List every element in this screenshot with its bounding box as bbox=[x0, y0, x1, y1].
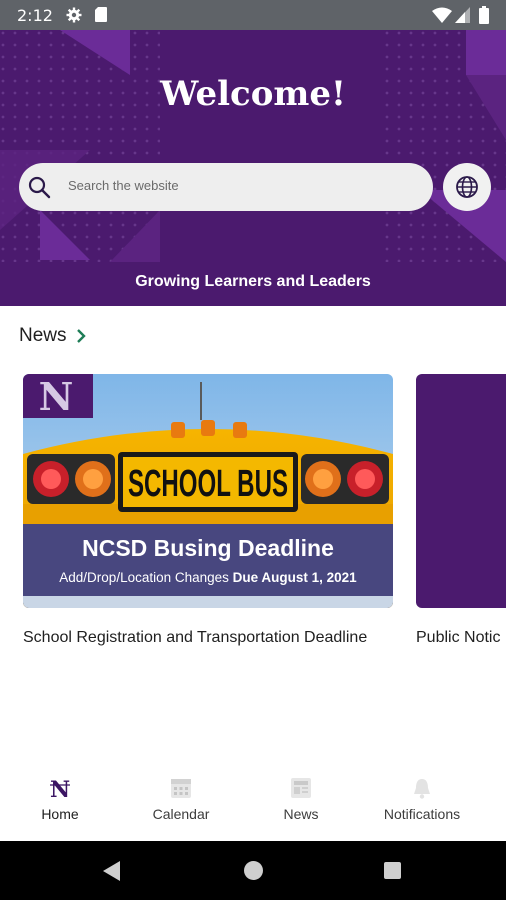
nav-home[interactable]: N Home bbox=[0, 770, 120, 830]
nav-notifications-label: Notifications bbox=[383, 806, 461, 822]
bell-icon bbox=[414, 779, 430, 799]
search-input[interactable]: Search the website bbox=[19, 163, 433, 211]
banner-due: Due August 1, 2021 bbox=[233, 570, 358, 585]
recents-button[interactable] bbox=[384, 862, 401, 879]
bottom-nav: N Home Calendar News Notifications bbox=[0, 764, 506, 841]
wifi-icon bbox=[432, 7, 452, 23]
hero-banner: Welcome! Search the website Growing Lear… bbox=[0, 30, 506, 306]
tagline: Growing Learners and Leaders bbox=[135, 273, 371, 290]
nav-calendar[interactable]: Calendar bbox=[121, 770, 241, 830]
sd-card-icon bbox=[95, 7, 107, 22]
language-button[interactable] bbox=[443, 163, 491, 211]
news-card[interactable]: SCHOOL BUS NCSD Busing Deadline Add/Drop… bbox=[23, 374, 393, 608]
nav-home-label: Home bbox=[41, 806, 79, 822]
search-icon bbox=[28, 176, 51, 199]
news-card-2-title[interactable]: Public Notic bbox=[416, 627, 506, 649]
back-icon[interactable] bbox=[103, 861, 121, 881]
battery-icon bbox=[479, 6, 489, 24]
globe-icon bbox=[456, 176, 478, 198]
news-card-image: SCHOOL BUS NCSD Busing Deadline Add/Drop… bbox=[23, 374, 393, 608]
svg-text:N: N bbox=[50, 777, 70, 800]
news-section-link[interactable]: News bbox=[19, 324, 87, 348]
status-bar: 2:12 bbox=[0, 0, 506, 30]
search-placeholder: Search the website bbox=[68, 178, 179, 193]
news-icon bbox=[291, 778, 311, 798]
banner-title: NCSD Busing Deadline bbox=[82, 535, 334, 561]
calendar-icon bbox=[171, 779, 191, 798]
nav-news[interactable]: News bbox=[241, 770, 361, 830]
news-section-title: News bbox=[19, 325, 67, 346]
news-card-2[interactable] bbox=[416, 374, 506, 608]
system-nav-bar bbox=[0, 841, 506, 900]
svg-text:Add/Drop/Location Changes Due: Add/Drop/Location Changes Due August 1, … bbox=[59, 570, 357, 585]
home-logo-icon: N bbox=[50, 777, 70, 800]
banner-subtitle: Add/Drop/Location Changes bbox=[59, 570, 232, 585]
status-time: 2:12 bbox=[17, 6, 53, 25]
nav-calendar-label: Calendar bbox=[152, 806, 210, 822]
nav-news-label: News bbox=[283, 806, 319, 822]
home-button[interactable] bbox=[244, 861, 263, 880]
school-logo: N bbox=[39, 374, 74, 419]
nav-notifications[interactable]: Notifications bbox=[362, 770, 482, 830]
bus-sign-text: SCHOOL BUS bbox=[128, 463, 288, 505]
chevron-right-icon bbox=[76, 329, 86, 343]
news-card-title[interactable]: School Registration and Transportation D… bbox=[23, 627, 393, 649]
gear-icon bbox=[66, 7, 82, 23]
signal-icon bbox=[455, 7, 470, 23]
welcome-title: Welcome! bbox=[160, 74, 346, 114]
